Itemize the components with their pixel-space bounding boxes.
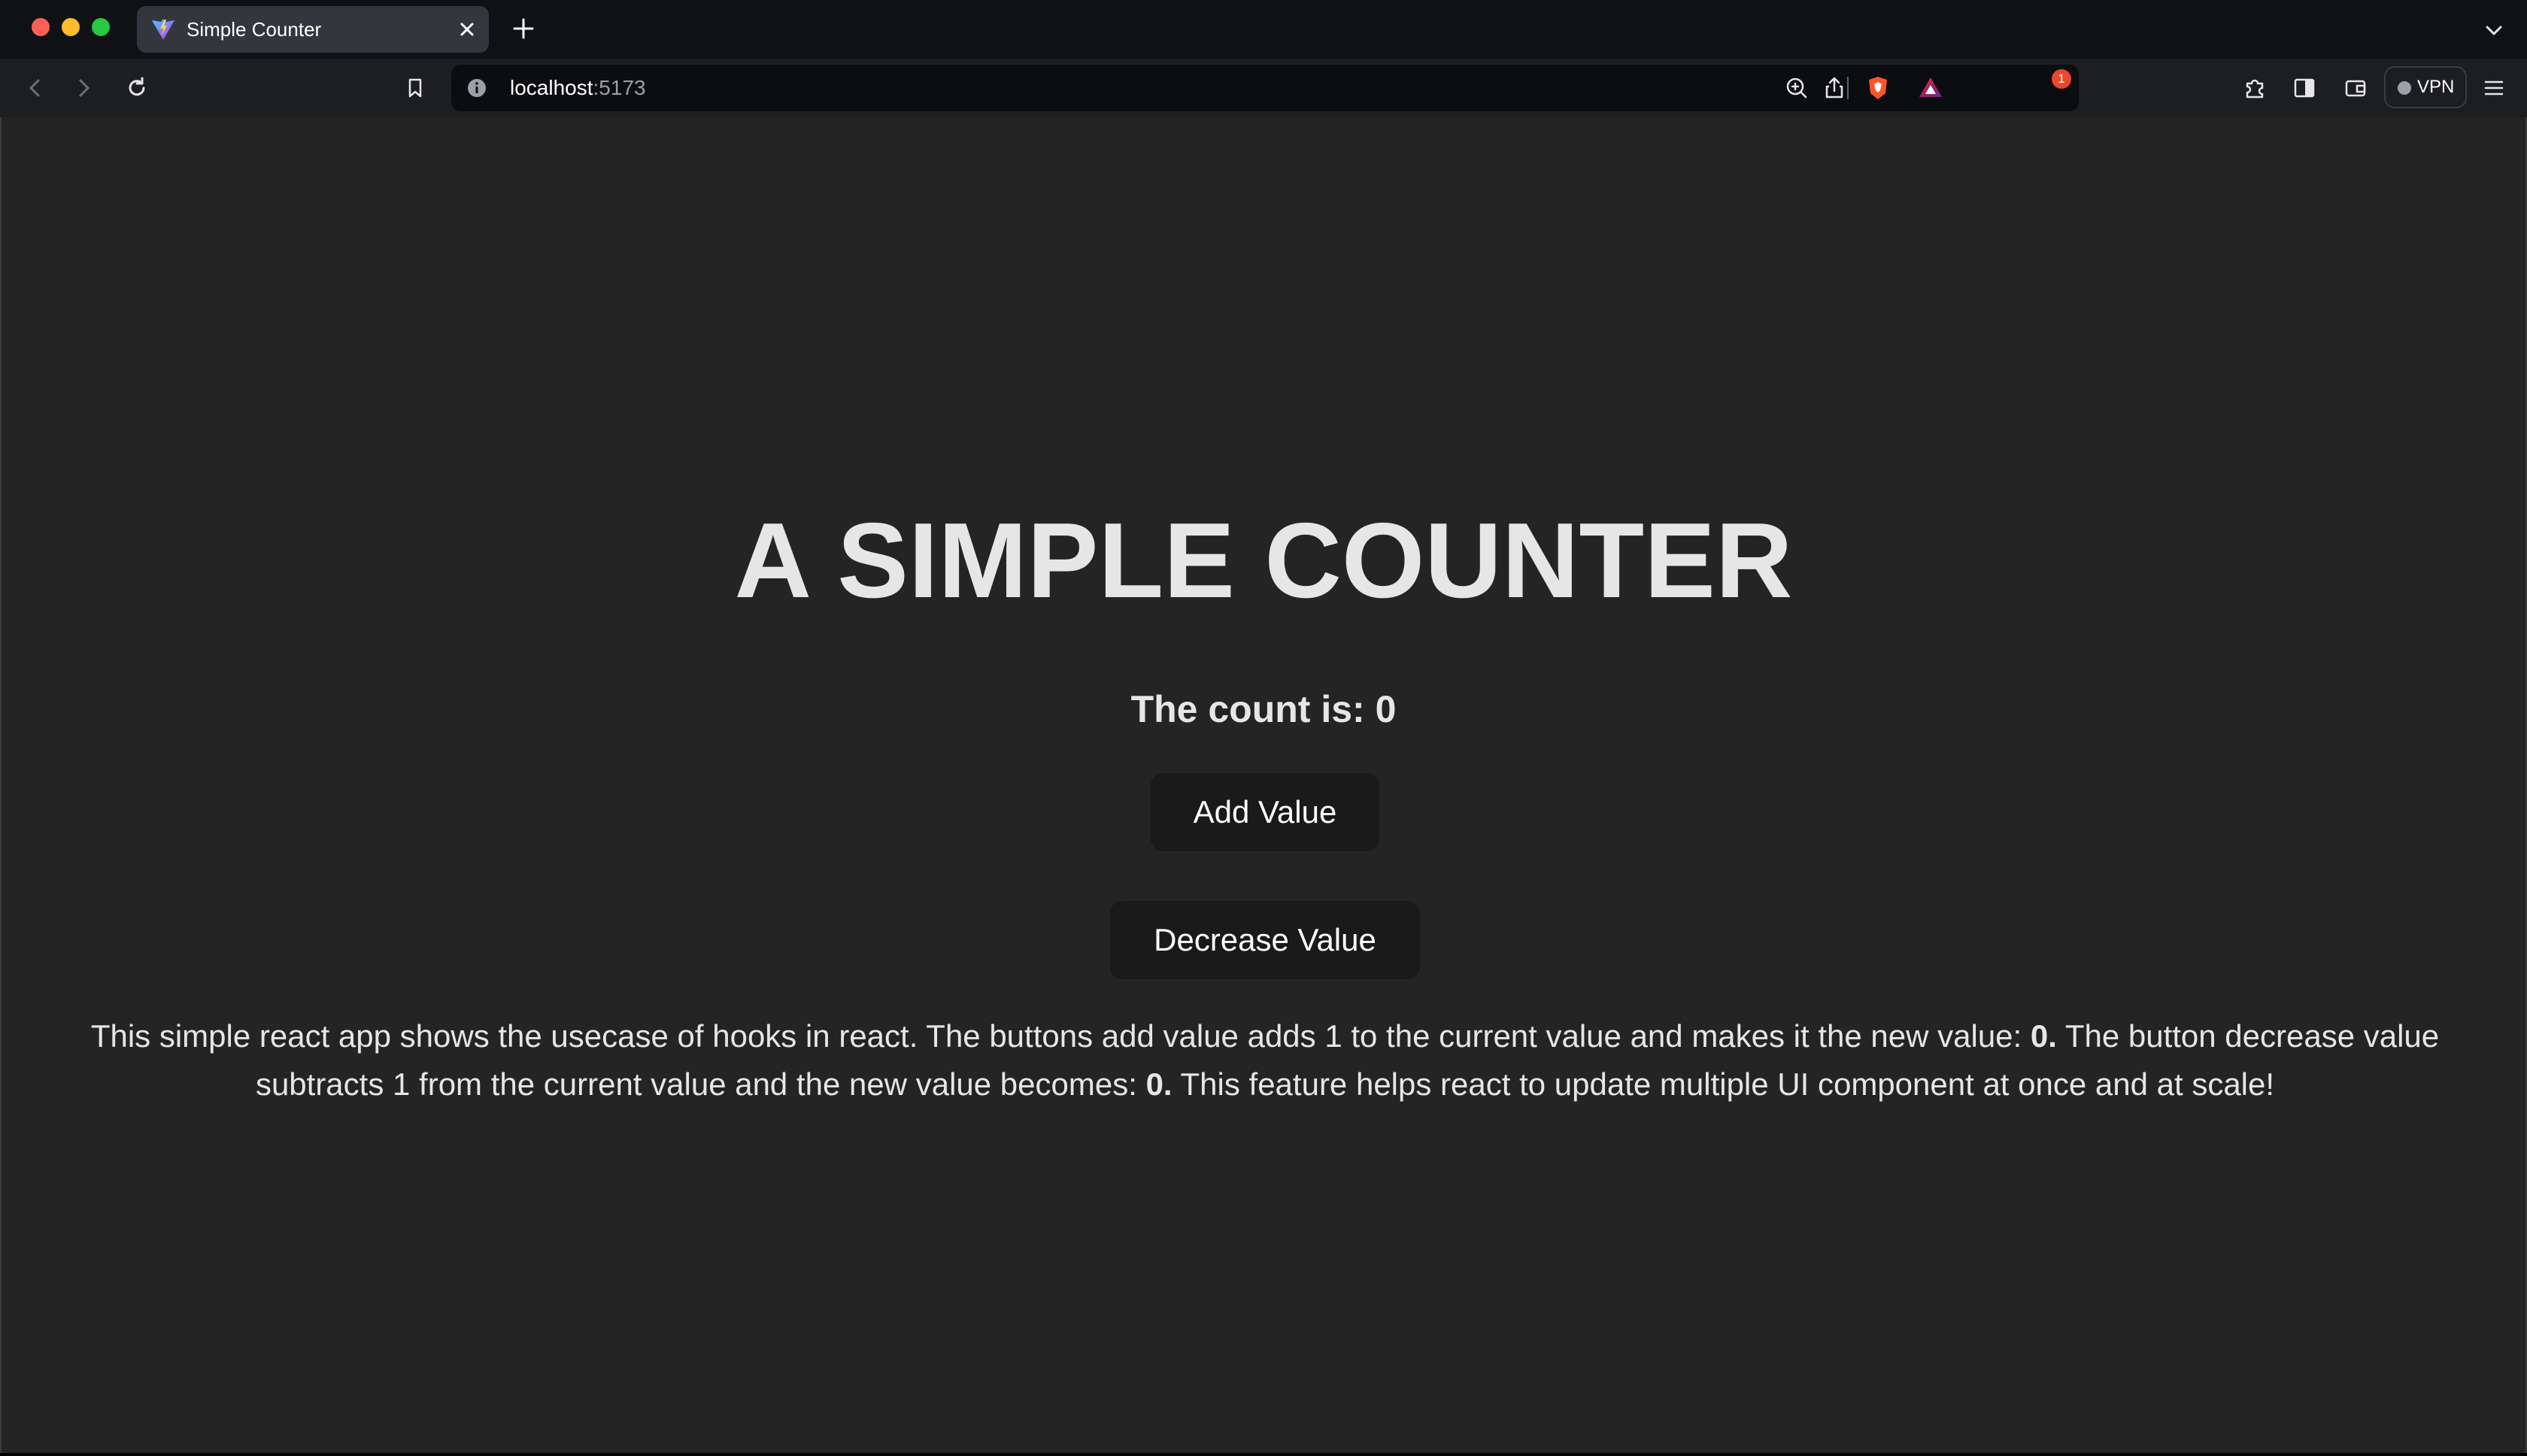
vite-logo-icon bbox=[152, 19, 174, 40]
page-content: A SIMPLE COUNTER The count is: 0 Add Val… bbox=[0, 117, 2527, 1453]
vpn-button[interactable]: VPN bbox=[2384, 66, 2467, 108]
maximize-window-button[interactable] bbox=[92, 18, 110, 36]
tab-bar: Simple Counter bbox=[0, 0, 2527, 59]
description-part: This simple react app shows the usecase … bbox=[90, 1018, 2031, 1054]
reload-icon[interactable] bbox=[120, 71, 153, 105]
extensions-icon[interactable] bbox=[2238, 71, 2271, 105]
info-icon[interactable] bbox=[466, 77, 487, 99]
menu-icon[interactable] bbox=[2477, 71, 2510, 105]
current-value-bold: 0. bbox=[1145, 1066, 1172, 1102]
share-icon[interactable] bbox=[1819, 72, 1850, 104]
sidebar-icon[interactable] bbox=[2288, 71, 2321, 105]
page-title: A SIMPLE COUNTER bbox=[734, 501, 1793, 620]
window-bottom-edge bbox=[0, 1453, 2527, 1456]
brave-shields-icon[interactable] bbox=[1862, 72, 1894, 104]
url-host: localhost bbox=[510, 76, 593, 99]
wallet-icon[interactable] bbox=[2339, 71, 2372, 105]
add-value-button[interactable]: Add Value bbox=[1151, 773, 1379, 851]
current-value-bold: 0. bbox=[2030, 1018, 2057, 1054]
divider bbox=[1847, 77, 1849, 99]
decrease-value-button[interactable]: Decrease Value bbox=[1110, 901, 1420, 979]
back-icon[interactable] bbox=[18, 71, 51, 105]
browser-tab[interactable]: Simple Counter bbox=[137, 6, 489, 53]
brave-rewards-icon[interactable] bbox=[1915, 72, 1946, 104]
vpn-label: VPN bbox=[2417, 77, 2455, 97]
url-port: :5173 bbox=[593, 76, 646, 99]
zoom-icon[interactable] bbox=[1781, 72, 1813, 104]
minimize-window-button[interactable] bbox=[62, 18, 80, 36]
description-part: This feature helps react to update multi… bbox=[1172, 1066, 2275, 1102]
address-bar[interactable]: localhost:5173 bbox=[451, 65, 2079, 111]
tab-title: Simple Counter bbox=[187, 18, 322, 41]
forward-icon[interactable] bbox=[68, 71, 101, 105]
bookmark-icon[interactable] bbox=[399, 71, 432, 105]
description-text: This simple react app shows the usecase … bbox=[62, 1012, 2468, 1109]
new-tab-icon[interactable] bbox=[508, 14, 538, 44]
close-tab-icon[interactable] bbox=[453, 15, 481, 44]
url-text[interactable]: localhost:5173 bbox=[510, 65, 646, 111]
count-display: The count is: 0 bbox=[1130, 688, 1397, 730]
vpn-status-icon bbox=[2398, 81, 2411, 95]
notification-badge: 1 bbox=[2052, 69, 2071, 89]
chevron-down-icon[interactable] bbox=[2479, 15, 2509, 45]
browser-toolbar: localhost:5173 bbox=[0, 59, 2527, 117]
close-window-button[interactable] bbox=[32, 18, 50, 36]
